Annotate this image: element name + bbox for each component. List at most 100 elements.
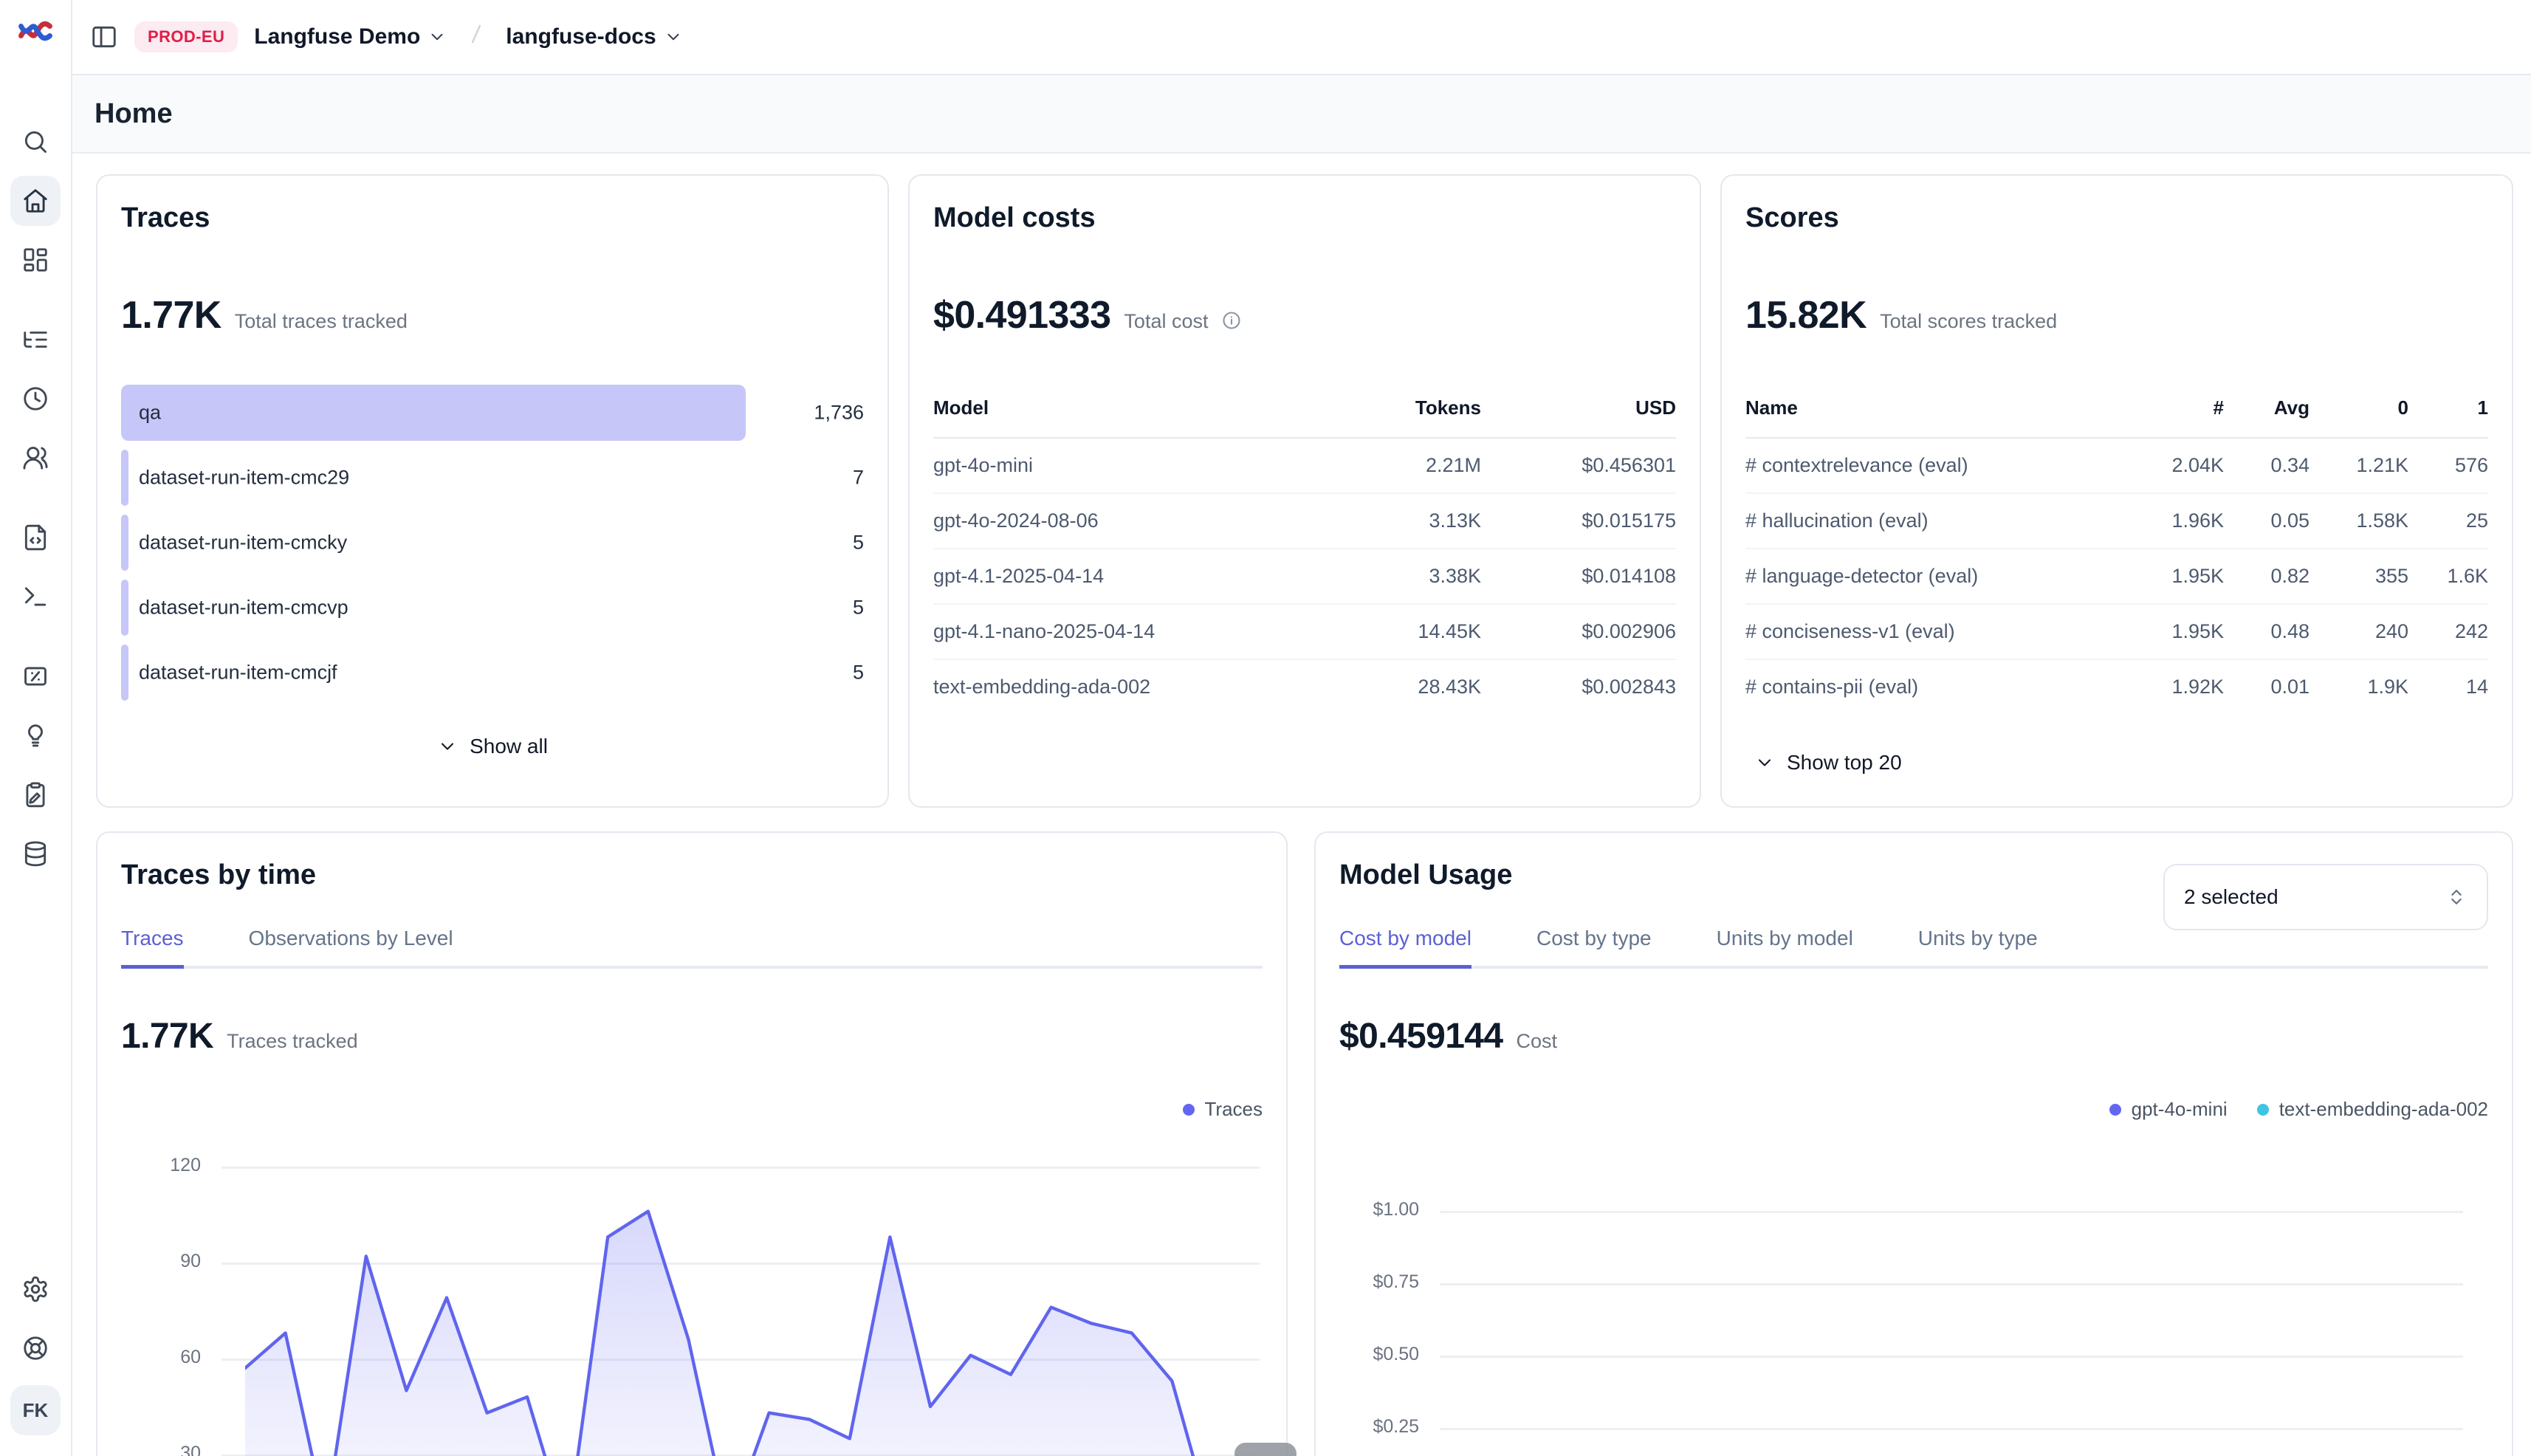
total-cost-label: Total cost [1124, 310, 1208, 333]
traces-total: 1.77K [121, 293, 221, 337]
sidebar: FK [0, 0, 72, 1456]
bar-fill [121, 645, 128, 701]
cost-table-body: gpt-4o-mini2.21M$0.456301gpt-4o-2024-08-… [933, 439, 1676, 714]
environment-badge: PROD-EU [134, 21, 238, 52]
usage-cost-metric: $0.459144 Cost [1339, 1016, 2488, 1057]
sidebar-item-dashboards[interactable] [10, 235, 61, 285]
traces-metric: 1.77K Total traces tracked [121, 293, 864, 337]
cost-table-header: Model Tokens USD [933, 396, 1676, 419]
traces-total-label: Total traces tracked [235, 310, 408, 333]
show-top-20-label: Show top 20 [1787, 751, 1902, 775]
sidebar-item-suggestions[interactable] [10, 710, 61, 760]
dashboard-content: Traces 1.77K Total traces tracked qa1,73… [71, 154, 2531, 1456]
sidebar-item-settings[interactable] [10, 1264, 61, 1314]
traces-card: Traces 1.77K Total traces tracked qa1,73… [96, 174, 889, 808]
org-name: Langfuse Demo [254, 24, 420, 49]
bar-value: 5 [853, 662, 864, 684]
sidebar-item-playground[interactable] [10, 571, 61, 622]
search-icon [21, 128, 49, 156]
trace-bar-row: dataset-run-item-cmc297 [121, 450, 864, 506]
y-tick-label: $0.75 [1339, 1271, 1419, 1293]
score-table-row: # contains-pii (eval)1.92K0.011.9K14 [1745, 659, 2488, 714]
langfuse-app: FK PROD-EU Langfuse Demo langfuse-docs H… [0, 0, 2531, 1456]
scores-title: Scores [1745, 202, 2488, 234]
sidebar-item-annotation[interactable] [10, 769, 61, 820]
sidebar-item-prompts[interactable] [10, 512, 61, 563]
sidebar-toggle-button[interactable] [90, 23, 118, 51]
info-icon[interactable] [1221, 310, 1242, 331]
show-all-label: Show all [470, 735, 548, 758]
bar-label: dataset-run-item-cmcvp [139, 597, 348, 619]
score-table-row: # language-detector (eval)1.95K0.823551.… [1745, 548, 2488, 603]
home-icon [21, 187, 49, 215]
sidebar-item-support[interactable] [10, 1323, 61, 1373]
score-table-header: Name # Avg 0 1 [1745, 396, 2488, 419]
model-usage-card: Model Usage 2 selected Cost by modelCost… [1314, 831, 2513, 1456]
tab-observations-by-level[interactable]: Observations by Level [249, 927, 453, 966]
sidebar-item-tracing[interactable] [10, 315, 61, 365]
chevron-down-icon [427, 27, 447, 47]
traces-time-chart: 120906030 [121, 1099, 1263, 1456]
panel-left-icon [90, 23, 118, 51]
cost-table-row: gpt-4o-2024-08-063.13K$0.015175 [933, 492, 1676, 548]
sidebar-item-datasets[interactable] [10, 828, 61, 879]
main-area: PROD-EU Langfuse Demo langfuse-docs Home… [71, 0, 2531, 1456]
sidebar-item-evaluation[interactable] [10, 651, 61, 701]
user-avatar[interactable]: FK [10, 1385, 61, 1435]
sidebar-item-search[interactable] [10, 117, 61, 167]
y-tick-label: $1.00 [1339, 1199, 1419, 1220]
usage-cost-label: Cost [1517, 1030, 1558, 1053]
slash-icon [463, 21, 490, 47]
y-tick-label: 30 [121, 1443, 201, 1456]
chevron-down-icon [664, 27, 683, 47]
model-costs-metric: $0.491333 Total cost [933, 293, 1676, 337]
gear-icon [21, 1275, 49, 1303]
breadcrumb-separator [463, 21, 490, 53]
gridline [1440, 1356, 2463, 1358]
scrollbar-thumb[interactable] [1234, 1443, 1297, 1456]
traces-tracked-metric: 1.77K Traces tracked [121, 1016, 1263, 1057]
tab-cost-by-model[interactable]: Cost by model [1339, 927, 1471, 969]
show-all-button[interactable]: Show all [428, 733, 557, 760]
bar-value: 5 [853, 532, 864, 554]
score-table-row: # contextrelevance (eval)2.04K0.341.21K5… [1745, 439, 2488, 492]
bar-value: 1,736 [814, 402, 864, 425]
gridline [1440, 1283, 2463, 1285]
model-costs-title: Model costs [933, 202, 1676, 234]
traces-by-time-tabs: Traces Observations by Level [121, 927, 1263, 969]
cost-table-row: gpt-4o-mini2.21M$0.456301 [933, 439, 1676, 492]
tab-units-by-type[interactable]: Units by type [1918, 927, 2038, 966]
langfuse-logo[interactable] [16, 12, 55, 50]
bar-label: dataset-run-item-cmcjf [139, 662, 337, 684]
score-table-row: # hallucination (eval)1.96K0.051.58K25 [1745, 492, 2488, 548]
model-select-value: 2 selected [2184, 885, 2278, 909]
users-icon [21, 444, 49, 472]
sidebar-item-sessions[interactable] [10, 374, 61, 424]
y-tick-label: $0.25 [1339, 1416, 1419, 1438]
usage-cost-value: $0.459144 [1339, 1016, 1503, 1057]
dashboards-icon [21, 246, 49, 274]
traces-by-time-card: Traces by time TracesObservations by Lev… [96, 831, 1288, 1456]
org-switcher[interactable]: Langfuse Demo [254, 24, 447, 49]
scores-metric: 15.82K Total scores tracked [1745, 293, 2488, 337]
sidebar-item-users[interactable] [10, 433, 61, 483]
percent-square-icon [21, 662, 49, 690]
bar-label: dataset-run-item-cmcky [139, 532, 347, 554]
sidebar-bottom: FK [10, 1264, 61, 1456]
chevron-down-icon [437, 736, 458, 757]
tab-units-by-model[interactable]: Units by model [1717, 927, 1853, 966]
model-costs-card: Model costs $0.491333 Total cost Model T… [908, 174, 1701, 808]
model-usage-chart: $1.00 $0.75 $0.50 $0.25 [1339, 1099, 2488, 1456]
traces-tracked-label: Traces tracked [227, 1030, 358, 1053]
gridline [1440, 1211, 2463, 1213]
score-table-body: # contextrelevance (eval)2.04K0.341.21K5… [1745, 439, 2488, 714]
model-select[interactable]: 2 selected [2163, 864, 2488, 930]
tab-cost-by-type[interactable]: Cost by type [1536, 927, 1652, 966]
y-tick-label: $0.50 [1339, 1344, 1419, 1365]
sidebar-item-home[interactable] [10, 176, 61, 226]
tab-traces[interactable]: Traces [121, 927, 184, 969]
project-switcher[interactable]: langfuse-docs [506, 24, 682, 49]
trace-bar-row: qa1,736 [121, 385, 864, 441]
cost-table-row: text-embedding-ada-00228.43K$0.002843 [933, 659, 1676, 714]
show-top-20-button[interactable]: Show top 20 [1745, 749, 1911, 776]
